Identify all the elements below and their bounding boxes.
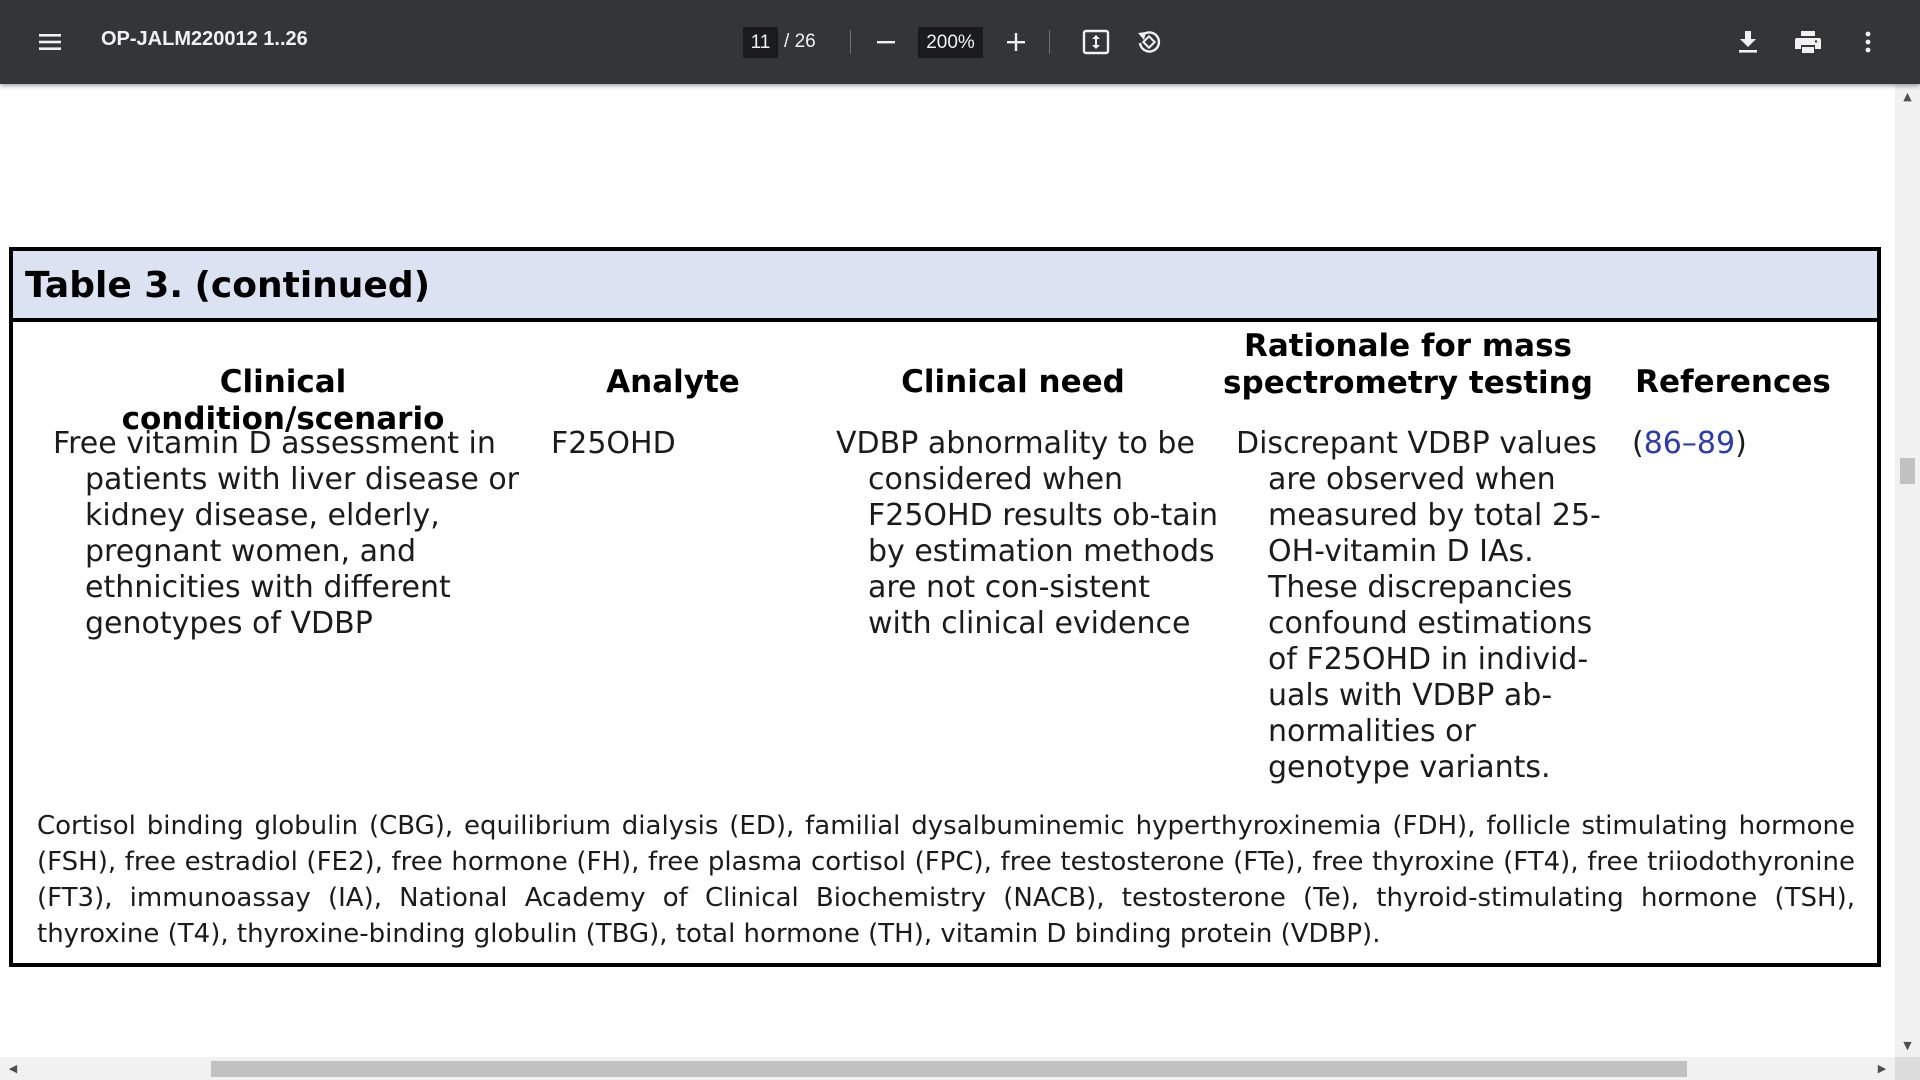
table-cell-references: (86–89) xyxy=(1632,426,1842,462)
table-caption-number: Table 3. xyxy=(25,265,183,306)
print-icon xyxy=(1795,31,1821,53)
page-separator: / xyxy=(784,31,790,52)
zoom-out-button[interactable] xyxy=(866,22,906,62)
download-icon xyxy=(1739,31,1757,53)
document-title: OP-JALM220012 1..26 xyxy=(101,28,308,50)
toolbar-divider xyxy=(850,30,851,54)
scroll-down-arrow-icon[interactable]: ▼ xyxy=(1895,1035,1920,1055)
page-number-input[interactable] xyxy=(743,27,778,58)
document-viewer[interactable]: Table 3. (continued) Clinical condition/… xyxy=(0,84,1895,1057)
scroll-up-arrow-icon[interactable]: ▲ xyxy=(1895,86,1920,106)
table-footnote: Cortisol binding globulin (CBG), equilib… xyxy=(37,811,1855,949)
horizontal-scrollbar[interactable]: ◀ ▶ xyxy=(0,1057,1895,1080)
vertical-scrollbar[interactable]: ▲ ▼ xyxy=(1895,84,1920,1057)
horizontal-scroll-thumb[interactable] xyxy=(211,1061,1687,1077)
more-vertical-icon xyxy=(1865,31,1871,53)
page-total: 26 xyxy=(794,31,816,52)
table-3-continued: Table 3. (continued) Clinical condition/… xyxy=(9,247,1881,967)
toolbar-divider xyxy=(1049,30,1050,54)
minus-icon xyxy=(877,41,895,44)
zoom-level-input[interactable] xyxy=(918,27,983,58)
rotate-button[interactable] xyxy=(1129,22,1169,62)
scroll-right-arrow-icon[interactable]: ▶ xyxy=(1871,1057,1893,1080)
ref-open-paren: ( xyxy=(1632,426,1644,461)
column-header-clinical-need: Clinical need xyxy=(901,364,1125,400)
ref-close-paren: ) xyxy=(1735,426,1747,461)
hamburger-menu-icon xyxy=(39,34,61,50)
table-cell-analyte: F25OHD xyxy=(551,426,676,461)
column-header-analyte: Analyte xyxy=(606,364,740,400)
column-header-rationale: Rationale for mass spectrometry testing xyxy=(1223,328,1593,401)
vertical-scroll-thumb[interactable] xyxy=(1900,458,1915,484)
zoom-in-button[interactable] xyxy=(996,22,1036,62)
table-cell-condition: Free vitamin D assessment in patients wi… xyxy=(53,426,520,641)
table-cell-rationale: Discrepant VDBP values are observed when… xyxy=(1236,426,1601,785)
print-button[interactable] xyxy=(1788,22,1828,62)
pdf-toolbar: OP-JALM220012 1..26 / 26 xyxy=(0,0,1920,84)
plus-icon xyxy=(1007,33,1025,51)
page-count: / 26 xyxy=(784,31,816,53)
download-button[interactable] xyxy=(1728,22,1768,62)
rotate-icon xyxy=(1138,31,1161,53)
reference-link[interactable]: 86–89 xyxy=(1644,426,1735,461)
scroll-left-arrow-icon[interactable]: ◀ xyxy=(2,1057,24,1080)
menu-button[interactable] xyxy=(30,22,70,62)
table-caption-continued: (continued) xyxy=(194,265,431,306)
column-header-references: References xyxy=(1635,364,1831,400)
more-actions-button[interactable] xyxy=(1848,22,1888,62)
scrollbar-corner xyxy=(1895,1057,1920,1080)
fit-to-page-button[interactable] xyxy=(1076,22,1116,62)
table-caption: Table 3. (continued) xyxy=(13,251,1877,322)
fit-page-icon xyxy=(1082,29,1110,55)
table-cell-clinical-need: VDBP abnormality to be considered when F… xyxy=(836,426,1218,641)
